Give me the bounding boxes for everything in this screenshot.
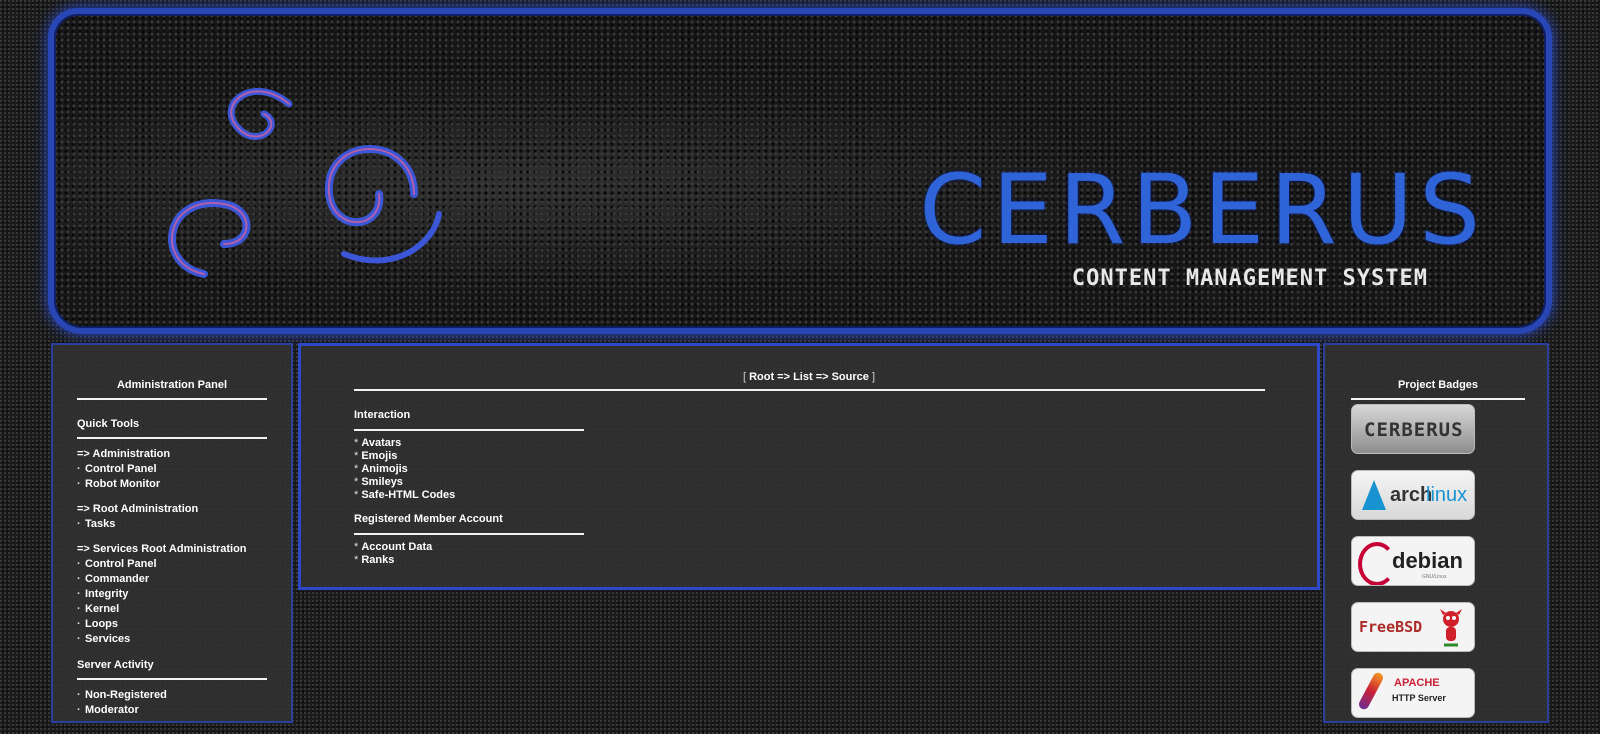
- nav-control-panel[interactable]: · Control Panel: [77, 462, 267, 477]
- brand-subtitle: CONTENT MANAGEMENT SYSTEM: [1071, 266, 1428, 291]
- nav-services-control-panel[interactable]: · Control Panel: [77, 557, 267, 572]
- breadcrumb-path[interactable]: Root => List => Source: [749, 371, 869, 383]
- nav-tasks[interactable]: · Tasks: [77, 517, 267, 532]
- nav-group-root-administration: => Root Administration · Tasks: [77, 502, 267, 532]
- apache-feather-icon: [1357, 670, 1385, 712]
- nav-services-root-administration[interactable]: => Services Root Administration: [77, 542, 267, 557]
- breadcrumb: [ Root => List => Source ]: [742, 371, 876, 383]
- swirl-logo-icon: [168, 88, 442, 278]
- divider: [354, 533, 584, 535]
- nav-services[interactable]: · Services: [77, 632, 267, 647]
- nav-commander[interactable]: · Commander: [77, 572, 267, 587]
- category-title: Interaction: [354, 409, 411, 421]
- divider: [77, 678, 267, 680]
- server-activity-list: · Non-Registered · Moderator: [77, 688, 267, 718]
- category-title: Registered Member Account: [354, 513, 503, 525]
- activity-moderator[interactable]: · Moderator: [77, 703, 267, 718]
- project-badges-panel: Project Badges CERBERUS arch linux debia…: [1323, 343, 1549, 723]
- divider: [77, 398, 267, 400]
- divider: [354, 429, 584, 431]
- header-banner: CERBERUS CONTENT MANAGEMENT SYSTEM: [48, 8, 1552, 334]
- nav-kernel[interactable]: · Kernel: [77, 602, 267, 617]
- divider: [77, 437, 267, 439]
- server-activity-heading: Server Activity: [77, 659, 154, 671]
- list-item-emojis[interactable]: * Emojis: [354, 450, 584, 463]
- divider: [354, 389, 1265, 391]
- nav-loops[interactable]: · Loops: [77, 617, 267, 632]
- administration-panel: Administration Panel Quick Tools => Admi…: [51, 343, 293, 723]
- cerberus-badge[interactable]: CERBERUS: [1351, 404, 1475, 454]
- nav-group-services-root-administration: => Services Root Administration · Control…: [77, 542, 267, 647]
- freebsd-badge[interactable]: FreeBSD: [1351, 602, 1475, 652]
- list-item-account-data[interactable]: * Account Data: [354, 541, 584, 554]
- category-interaction: Interaction * Avatars * Emojis * Animoji…: [354, 409, 584, 502]
- divider: [1351, 398, 1525, 400]
- apache-badge[interactable]: APACHE HTTP Server: [1351, 668, 1475, 718]
- list-item-ranks[interactable]: * Ranks: [354, 554, 584, 567]
- bsd-daemon-icon: [1440, 609, 1462, 647]
- list-item-avatars[interactable]: * Avatars: [354, 437, 584, 450]
- nav-root-administration[interactable]: => Root Administration: [77, 502, 267, 517]
- archlinux-badge[interactable]: arch linux: [1351, 470, 1475, 520]
- list-item-smileys[interactable]: * Smileys: [354, 476, 584, 489]
- category-registered-member-account: Registered Member Account * Account Data…: [354, 513, 584, 567]
- debian-badge[interactable]: debian GNU/Linux: [1351, 536, 1475, 586]
- panel-title: Project Badges: [1397, 379, 1479, 391]
- arch-logo-icon: [1362, 480, 1386, 510]
- panel-title: Administration Panel: [116, 379, 228, 391]
- activity-non-registered[interactable]: · Non-Registered: [77, 688, 267, 703]
- quick-tools-heading: Quick Tools: [77, 418, 140, 430]
- list-item-animojis[interactable]: * Animojis: [354, 463, 584, 476]
- nav-robot-monitor[interactable]: · Robot Monitor: [77, 477, 267, 492]
- nav-administration[interactable]: => Administration: [77, 447, 267, 462]
- list-item-safe-html-codes[interactable]: * Safe-HTML Codes: [354, 489, 584, 502]
- brand-title: CERBERUS: [919, 154, 1486, 266]
- nav-integrity[interactable]: · Integrity: [77, 587, 267, 602]
- content-panel: [ Root => List => Source ] Interaction *…: [298, 343, 1320, 590]
- nav-group-administration: => Administration · Control Panel · Robot …: [77, 447, 267, 492]
- debian-swirl-icon: [1358, 542, 1396, 585]
